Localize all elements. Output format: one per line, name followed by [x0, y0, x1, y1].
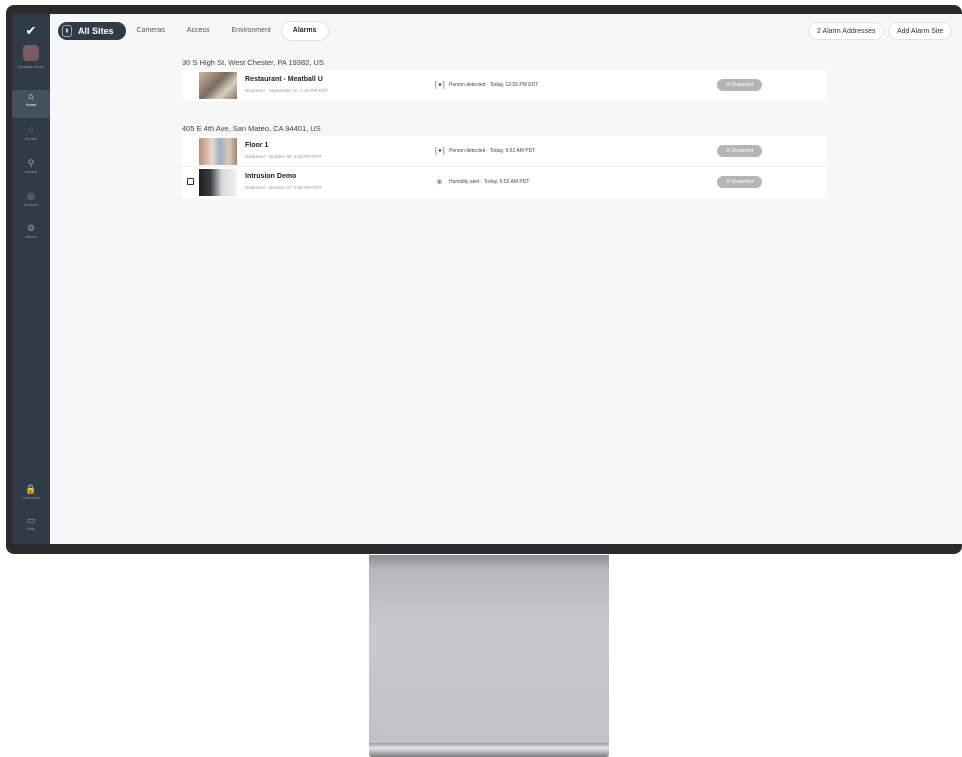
camera-thumbnail[interactable]	[199, 138, 237, 165]
site-name: Restaurant - Meatball U	[245, 76, 323, 83]
sidebar-item-label: Lockdown	[21, 495, 40, 500]
search-icon: ⚲	[27, 158, 35, 168]
row-checkbox[interactable]	[187, 178, 194, 185]
tab-alarms[interactable]: Alarms	[281, 22, 328, 40]
site-selector-label: All Sites	[78, 26, 114, 36]
devices-icon: ◎	[27, 191, 35, 201]
person-detect-icon: [✦]	[435, 148, 445, 155]
sidebar-item-label: Help	[26, 526, 36, 531]
sidebar-item-label: Search	[24, 169, 38, 174]
add-alarm-site-button[interactable]: Add Alarm Site	[888, 22, 953, 40]
site-name: Floor 1	[245, 142, 269, 149]
person-detect-icon: [✦]	[435, 82, 445, 89]
sidebar-item-help[interactable]: ▭ Help	[12, 514, 50, 542]
site-address: 405 E 4th Ave, San Mateo, CA 94401, US	[182, 124, 321, 133]
site-status-detail: Disarmed · September 20, 1:20 PM EDT	[245, 88, 328, 93]
latest-event: [✦] Person detected · Today, 9:52 AM PDT	[435, 147, 535, 155]
site-status-detail: Disarmed · October 27, 3:56 PM PDT	[245, 185, 322, 190]
sidebar-item-home[interactable]: ⌂ Home	[12, 90, 50, 118]
sidebar-item-label: Admin	[25, 234, 37, 239]
chat-icon: ▭	[26, 515, 36, 525]
sidebar-item-label: Home	[25, 102, 37, 107]
sidebar-item-label: Events	[24, 136, 38, 141]
sidebar-item-events[interactable]: ♢ Events	[12, 124, 50, 152]
table-row[interactable]: Intrusion Demo Disarmed · October 27, 3:…	[182, 167, 827, 198]
alarm-site-list: Floor 1 Disarmed · October 30, 3:53 PM P…	[182, 136, 827, 198]
event-text: Humidity alert · Today, 6:52 AM PDT	[449, 179, 530, 185]
table-row[interactable]: Floor 1 Disarmed · October 30, 3:53 PM P…	[182, 136, 827, 167]
status-label: Disarmed	[731, 148, 753, 154]
monitor-stand-base	[369, 743, 609, 757]
org-avatar[interactable]	[23, 45, 39, 61]
tab-environment[interactable]: Environment	[220, 22, 281, 40]
sidebar: ✔ Verkada Demo ⌂ Home ♢ Events ⚲ Search …	[12, 14, 50, 544]
tab-cameras[interactable]: Cameras	[126, 22, 176, 40]
camera-thumbnail[interactable]	[199, 169, 237, 196]
lock-icon: 🔒	[25, 484, 37, 494]
site-address: 30 S High St, West Chester, PA 19382, US	[182, 58, 324, 67]
status-label: Disarmed	[731, 82, 753, 88]
event-text: Person detected · Today, 12:55 PM EDT	[449, 82, 539, 88]
status-badge[interactable]: ⊘ Disarmed	[717, 79, 762, 91]
sidebar-item-search[interactable]: ⚲ Search	[12, 157, 50, 185]
latest-event: [✦] Person detected · Today, 12:55 PM ED…	[435, 81, 538, 89]
monitor-stand	[369, 555, 609, 745]
status-badge[interactable]: ⊘ Disarmed	[717, 145, 762, 157]
logo-icon[interactable]: ✔	[20, 24, 42, 38]
sidebar-item-admin[interactable]: ⚙ Admin	[12, 222, 50, 250]
gear-icon: ⚙	[26, 223, 36, 233]
top-navigation: ▮ All Sites Cameras Access Environment A…	[58, 22, 328, 40]
humidity-icon: ⊕	[436, 179, 443, 186]
status-label: Disarmed	[731, 179, 753, 185]
camera-thumbnail[interactable]	[199, 72, 237, 99]
latest-event: ⊕ Humidity alert · Today, 6:52 AM PDT	[435, 178, 530, 186]
org-label: Verkada Demo	[17, 64, 45, 69]
sidebar-item-lockdown[interactable]: 🔒 Lockdown	[12, 483, 50, 511]
sidebar-item-devices[interactable]: ◎ Devices	[12, 190, 50, 218]
alarm-site-list: Restaurant - Meatball U Disarmed · Septe…	[182, 70, 827, 101]
sidebar-item-label: Devices	[23, 202, 39, 207]
site-selector[interactable]: ▮ All Sites	[58, 22, 126, 40]
bell-icon: ♢	[26, 125, 36, 135]
site-name: Intrusion Demo	[245, 173, 297, 180]
home-icon: ⌂	[28, 91, 34, 101]
status-badge[interactable]: ⊘ Disarmed	[717, 176, 762, 188]
screen: ✔ Verkada Demo ⌂ Home ♢ Events ⚲ Search …	[12, 14, 962, 544]
table-row[interactable]: Restaurant - Meatball U Disarmed · Septe…	[182, 70, 827, 101]
event-text: Person detected · Today, 9:52 AM PDT	[449, 148, 536, 154]
tab-access[interactable]: Access	[176, 22, 221, 40]
site-status-detail: Disarmed · October 30, 3:53 PM PDT	[245, 154, 322, 159]
alarm-addresses-button[interactable]: 2 Alarm Addresses	[808, 22, 885, 40]
site-icon: ▮	[62, 25, 72, 37]
